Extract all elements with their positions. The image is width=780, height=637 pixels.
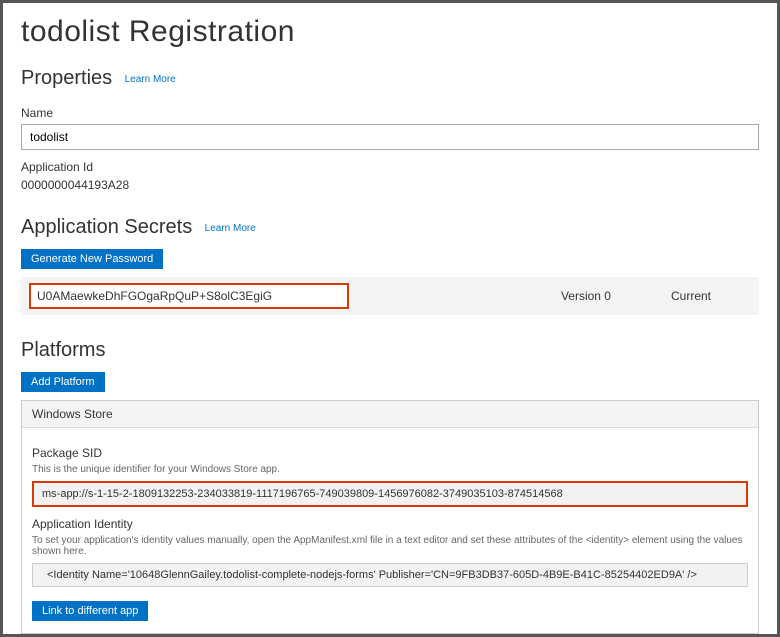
identity-label: Application Identity	[32, 517, 748, 531]
secret-value: U0AMaewkeDhFGOgaRpQuP+S8olC3EgiG	[29, 283, 349, 309]
package-sid-label: Package SID	[32, 446, 748, 460]
package-sid-help: This is the unique identifier for your W…	[32, 464, 748, 475]
properties-section: Properties Learn More Name Application I…	[21, 67, 759, 192]
secret-row: U0AMaewkeDhFGOgaRpQuP+S8olC3EgiG Version…	[21, 277, 759, 315]
secret-version: Version 0	[561, 289, 671, 303]
page-title: todolist Registration	[21, 15, 759, 49]
secrets-learn-more-link[interactable]: Learn More	[205, 223, 256, 234]
name-input[interactable]	[21, 124, 759, 150]
platforms-section: Platforms Add Platform Windows Store Pac…	[21, 339, 759, 634]
secrets-section: Application Secrets Learn More Generate …	[21, 216, 759, 315]
windows-store-panel: Windows Store Package SID This is the un…	[21, 400, 759, 634]
app-id-label: Application Id	[21, 160, 759, 174]
secret-status: Current	[671, 289, 751, 303]
app-id-value: 0000000044193A28	[21, 178, 759, 192]
identity-help: To set your application's identity value…	[32, 535, 748, 557]
link-different-app-button[interactable]: Link to different app	[32, 601, 148, 621]
name-label: Name	[21, 106, 759, 120]
platforms-heading: Platforms	[21, 339, 105, 362]
identity-input[interactable]	[32, 563, 748, 587]
add-platform-button[interactable]: Add Platform	[21, 372, 105, 392]
windows-store-body: Package SID This is the unique identifie…	[22, 428, 758, 633]
windows-store-header: Windows Store	[22, 401, 758, 428]
properties-heading: Properties	[21, 67, 112, 90]
secrets-heading: Application Secrets	[21, 216, 192, 239]
properties-learn-more-link[interactable]: Learn More	[125, 74, 176, 85]
package-sid-input[interactable]	[32, 481, 748, 507]
generate-password-button[interactable]: Generate New Password	[21, 249, 163, 269]
